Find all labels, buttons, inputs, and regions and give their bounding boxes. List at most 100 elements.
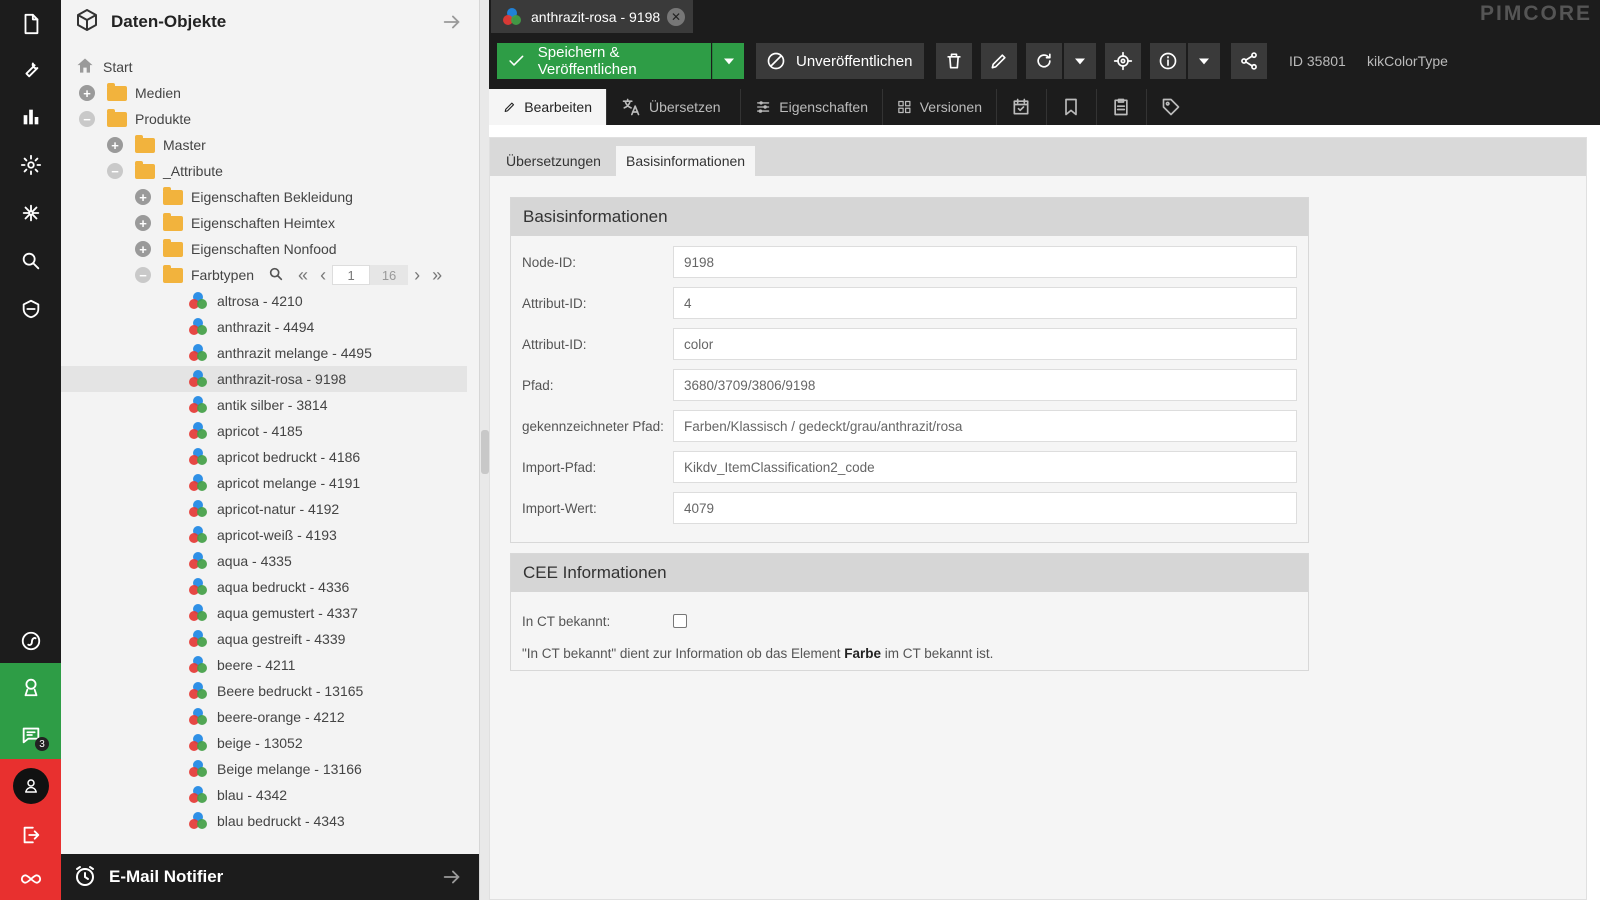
color-type-item[interactable]: anthrazit - 4494 <box>61 314 467 340</box>
color-type-item[interactable]: aqua gestreift - 4339 <box>61 626 467 652</box>
delete-button[interactable] <box>936 43 972 79</box>
in-ct-known-checkbox[interactable] <box>673 614 687 628</box>
reload-options-dropdown[interactable] <box>1064 43 1096 79</box>
tab-tags[interactable] <box>1147 89 1197 125</box>
color-type-item[interactable]: apricot - 4185 <box>61 418 467 444</box>
field-input[interactable]: 9198 <box>673 246 1297 278</box>
panel-splitter[interactable] <box>479 0 489 900</box>
tree-node-eigenschaften-bekleidung[interactable]: + Eigenschaften Bekleidung <box>61 184 467 210</box>
expand-icon[interactable]: + <box>107 137 123 153</box>
tab-notes[interactable] <box>1097 89 1147 125</box>
symfony-icon[interactable] <box>0 617 61 665</box>
save-options-dropdown[interactable] <box>712 43 744 79</box>
pimcore-logo: PIMCORE <box>1479 2 1592 25</box>
network-icon[interactable] <box>0 189 61 237</box>
bar-chart-icon[interactable] <box>0 93 61 141</box>
gear-icon[interactable] <box>0 141 61 189</box>
expand-icon[interactable]: + <box>135 241 151 257</box>
color-type-item[interactable]: blau bedruckt - 4343 <box>61 808 467 834</box>
tab-basic-info[interactable]: Basisinformationen <box>616 146 756 176</box>
color-type-item[interactable]: apricot-weiß - 4193 <box>61 522 467 548</box>
expand-icon[interactable]: + <box>79 85 95 101</box>
color-type-item[interactable]: antik silber - 3814 <box>61 392 467 418</box>
unpublish-button[interactable]: Unveröffentlichen <box>756 43 924 79</box>
color-type-item[interactable]: blau - 4342 <box>61 782 467 808</box>
wrench-icon[interactable] <box>0 45 61 93</box>
color-type-item[interactable]: aqua bedruckt - 4336 <box>61 574 467 600</box>
expand-icon[interactable]: + <box>135 189 151 205</box>
splitter-handle[interactable] <box>481 430 489 474</box>
color-type-item[interactable]: beige - 13052 <box>61 730 467 756</box>
page-number-input[interactable]: 1 <box>332 265 371 285</box>
expand-icon[interactable]: + <box>135 215 151 231</box>
color-type-item[interactable]: apricot bedruckt - 4186 <box>61 444 467 470</box>
field-input[interactable]: 4 <box>673 287 1297 319</box>
collapse-icon[interactable]: − <box>79 111 95 127</box>
tree-node-master[interactable]: + Master <box>61 132 467 158</box>
field-input[interactable]: Kikdv_ItemClassification2_code <box>673 451 1297 483</box>
tree-node-farbtypen[interactable]: − Farbtypen « ‹ 1 16 › » <box>61 262 479 288</box>
tab-edit[interactable]: Bearbeiten <box>489 89 607 125</box>
tab-properties[interactable]: Eigenschaften <box>741 89 883 125</box>
reload-button[interactable] <box>1026 43 1062 79</box>
tab-translations[interactable]: Übersetzungen <box>496 146 611 176</box>
rename-button[interactable] <box>981 43 1017 79</box>
field-input[interactable]: Farben/Klassisch / gedeckt/grau/anthrazi… <box>673 410 1297 442</box>
info-button[interactable] <box>1150 43 1186 79</box>
color-type-item[interactable]: aqua gemustert - 4337 <box>61 600 467 626</box>
field-input[interactable]: color <box>673 328 1297 360</box>
search-icon[interactable] <box>0 237 61 285</box>
tab-translate[interactable]: Übersetzen <box>607 89 741 125</box>
expand-arrow-icon[interactable] <box>441 866 463 891</box>
color-object-icon <box>189 708 207 726</box>
tab-bookmark[interactable] <box>1047 89 1097 125</box>
user-icon[interactable] <box>0 759 61 813</box>
tree-node-label: Eigenschaften Bekleidung <box>191 189 353 205</box>
field-input[interactable]: 3680/3709/3806/9198 <box>673 369 1297 401</box>
tree-node-eigenschaften-heimtex[interactable]: + Eigenschaften Heimtex <box>61 210 467 236</box>
color-type-item[interactable]: beere - 4211 <box>61 652 467 678</box>
logout-icon[interactable] <box>0 813 61 857</box>
search-icon[interactable] <box>268 266 284 285</box>
info-options-dropdown[interactable] <box>1188 43 1220 79</box>
infinity-icon[interactable] <box>0 857 61 900</box>
tree-node-attribute[interactable]: − _Attribute <box>61 158 467 184</box>
color-type-item[interactable]: altrosa - 4210 <box>61 288 467 314</box>
tree-node-medien[interactable]: + Medien <box>61 80 467 106</box>
trash-icon <box>947 53 961 69</box>
tab-versions[interactable]: Versionen <box>883 89 997 125</box>
locate-in-tree-button[interactable] <box>1105 43 1141 79</box>
editor-tab[interactable]: anthrazit-rosa - 9198 ✕ <box>491 0 693 33</box>
color-type-item[interactable]: anthrazit melange - 4495 <box>61 340 467 366</box>
color-type-item[interactable]: Beige melange - 13166 <box>61 756 467 782</box>
prev-page-icon[interactable]: ‹ <box>320 265 326 286</box>
last-page-icon[interactable]: » <box>432 265 442 286</box>
color-type-item[interactable]: Beere bedruckt - 13165 <box>61 678 467 704</box>
color-type-item[interactable]: apricot-natur - 4192 <box>61 496 467 522</box>
next-page-icon[interactable]: › <box>414 265 420 286</box>
shield-icon[interactable] <box>0 285 61 333</box>
first-page-icon[interactable]: « <box>298 265 308 286</box>
tree-node-start[interactable]: Start <box>61 54 467 80</box>
calendar-check-icon <box>1013 98 1029 115</box>
color-type-item[interactable]: apricot melange - 4191 <box>61 470 467 496</box>
collapse-icon[interactable]: − <box>107 163 123 179</box>
document-icon[interactable] <box>0 0 61 48</box>
field-input[interactable]: 4079 <box>673 492 1297 524</box>
editor-tab-title: anthrazit-rosa - 9198 <box>531 8 661 25</box>
color-type-item[interactable]: beere-orange - 4212 <box>61 704 467 730</box>
collapse-icon[interactable]: − <box>135 267 151 283</box>
close-icon[interactable]: ✕ <box>667 8 685 26</box>
tree-node-eigenschaften-nonfood[interactable]: + Eigenschaften Nonfood <box>61 236 467 262</box>
color-object-icon <box>189 396 207 414</box>
share-button[interactable] <box>1231 43 1267 79</box>
profile-icon[interactable] <box>0 663 61 711</box>
color-type-item[interactable]: anthrazit-rosa - 9198 <box>61 366 467 392</box>
save-publish-button[interactable]: Speichern & Veröffentlichen <box>497 43 711 79</box>
email-notifier-panel[interactable]: E-Mail Notifier <box>61 854 479 900</box>
color-type-item[interactable]: aqua - 4335 <box>61 548 467 574</box>
tab-schedule[interactable] <box>997 89 1047 125</box>
collapse-arrow-icon[interactable] <box>441 11 463 36</box>
chat-icon[interactable]: 3 <box>0 711 61 759</box>
tree-node-produkte[interactable]: − Produkte <box>61 106 467 132</box>
